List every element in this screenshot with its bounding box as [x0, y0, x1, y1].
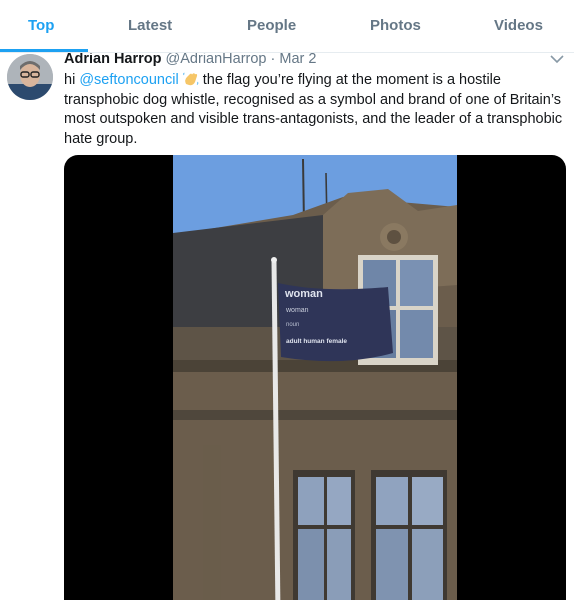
- flag-word-noun: noun: [286, 322, 299, 328]
- chevron-down-icon[interactable]: [548, 53, 566, 65]
- tweet-text: hi @seftoncouncil the flag you’re flying…: [64, 71, 569, 149]
- mention-link[interactable]: @seftoncouncil: [79, 72, 178, 88]
- author-handle[interactable]: @AdrianHarrop: [166, 52, 267, 67]
- tab-videos[interactable]: Videos: [494, 17, 543, 34]
- video-frame-image: woman woman noun adult human female: [173, 155, 457, 600]
- tab-people[interactable]: People: [247, 17, 296, 34]
- tweet-text-prefix: hi: [64, 72, 80, 88]
- waving-hand-icon: [182, 72, 199, 86]
- avatar[interactable]: [7, 54, 53, 100]
- tab-top[interactable]: Top: [28, 17, 54, 34]
- tweet[interactable]: Adrian Harrop @AdrianHarrop · Mar 2 hi @…: [0, 52, 574, 600]
- active-tab-indicator: [0, 49, 88, 52]
- video-player[interactable]: woman woman noun adult human female: [64, 155, 566, 600]
- tab-latest[interactable]: Latest: [128, 17, 172, 34]
- author-name[interactable]: Adrian Harrop: [64, 52, 162, 67]
- flag-word-large: woman: [284, 288, 323, 300]
- tab-photos[interactable]: Photos: [370, 17, 421, 34]
- flag-definition: adult human female: [286, 338, 347, 345]
- flag-word-small: woman: [285, 307, 309, 314]
- separator-dot: ·: [270, 52, 276, 67]
- tweet-date[interactable]: Mar 2: [279, 52, 316, 67]
- search-tabs-bar: Top Latest People Photos Videos: [0, 0, 574, 53]
- tweet-header: Adrian Harrop @AdrianHarrop · Mar 2: [64, 52, 316, 67]
